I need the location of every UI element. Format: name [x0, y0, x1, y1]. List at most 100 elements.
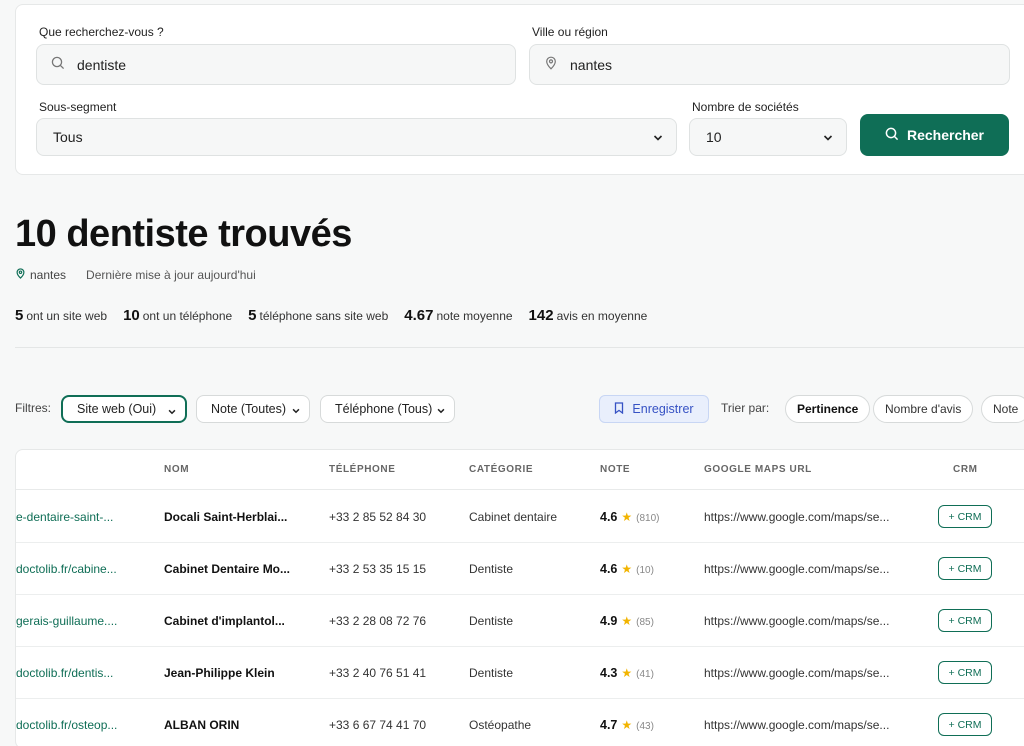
rating-cell: 4.6 ★ (10) — [600, 562, 654, 576]
filter-phone-select[interactable]: Téléphone (Tous) — [320, 395, 455, 423]
website-link[interactable]: doctolib.fr/cabine... — [16, 562, 117, 576]
results-location: nantes — [30, 268, 67, 282]
rating-value: 4.3 — [600, 666, 618, 680]
add-to-crm-button[interactable]: + CRM — [938, 661, 992, 684]
results-title: 10 dentiste trouvés — [15, 213, 352, 256]
query-label: Que recherchez-vous ? — [39, 25, 164, 39]
company-name: Jean-Philippe Klein — [164, 666, 275, 680]
location-value: nantes — [570, 56, 613, 73]
rating-value: 4.6 — [600, 562, 618, 576]
location-input[interactable]: nantes — [529, 44, 1010, 85]
bookmark-icon — [614, 401, 624, 417]
header-name[interactable]: NOM — [164, 464, 189, 475]
count-label: Nombre de sociétés — [692, 100, 799, 114]
chevron-down-icon — [291, 405, 301, 419]
phone-number: +33 2 53 35 15 15 — [329, 562, 427, 576]
phone-number: +33 6 67 74 41 70 — [329, 718, 427, 732]
maps-url-link[interactable]: https://www.google.com/maps/se... — [704, 614, 889, 628]
chevron-down-icon — [167, 406, 177, 420]
review-count: (43) — [636, 721, 654, 732]
stat-phone-no-website: 5 téléphone sans site web — [248, 307, 389, 324]
chevron-down-icon — [652, 131, 664, 147]
stat-website: 5 ont un site web — [15, 307, 108, 324]
filter-phone-value: Téléphone (Tous) — [335, 402, 433, 416]
sort-rating-button[interactable]: Note — [981, 395, 1024, 423]
website-link[interactable]: gerais-guillaume.... — [16, 614, 117, 628]
category: Dentiste — [469, 666, 514, 680]
count-select[interactable]: 10 — [689, 118, 847, 156]
stat-average-rating: 4.67 note moyenne — [404, 307, 513, 324]
category: Ostéopathe — [469, 718, 532, 732]
table-row[interactable]: doctolib.fr/dentis... Jean-Philippe Klei… — [16, 647, 1024, 699]
maps-url-link[interactable]: https://www.google.com/maps/se... — [704, 718, 889, 732]
add-to-crm-button[interactable]: + CRM — [938, 505, 992, 528]
table-row[interactable]: gerais-guillaume.... Cabinet d'implantol… — [16, 595, 1024, 647]
sort-label: Trier par: — [721, 401, 770, 415]
search-button-label: Rechercher — [906, 127, 985, 143]
header-rating[interactable]: NOTE — [600, 464, 630, 475]
map-pin-icon — [15, 268, 26, 282]
divider — [15, 347, 1024, 348]
header-category[interactable]: CATÉGORIE — [469, 464, 533, 475]
phone-number: +33 2 85 52 84 30 — [329, 510, 427, 524]
filter-rating-select[interactable]: Note (Toutes) — [196, 395, 310, 423]
category: Dentiste — [469, 614, 514, 628]
star-icon: ★ — [621, 718, 633, 732]
subsegment-label: Sous-segment — [39, 100, 117, 114]
subsegment-select[interactable]: Tous — [36, 118, 677, 156]
add-to-crm-button[interactable]: + CRM — [938, 609, 992, 632]
rating-value: 4.7 — [600, 718, 618, 732]
sort-relevance-button[interactable]: Pertinence — [785, 395, 871, 423]
search-button[interactable]: Rechercher — [860, 114, 1009, 156]
website-link[interactable]: doctolib.fr/dentis... — [16, 666, 113, 680]
subsegment-value: Tous — [53, 129, 83, 145]
header-phone[interactable]: TÉLÉPHONE — [329, 464, 396, 475]
category: Dentiste — [469, 562, 514, 576]
stat-average-reviews: 142 avis en moyenne — [528, 307, 648, 324]
company-name: Docali Saint-Herblai... — [164, 510, 288, 524]
rating-value: 4.9 — [600, 614, 618, 628]
results-title-text: dentiste trouvés — [66, 213, 352, 255]
rating-cell: 4.3 ★ (41) — [600, 666, 654, 680]
rating-value: 4.6 — [600, 510, 618, 524]
table-header: NOM TÉLÉPHONE CATÉGORIE NOTE GOOGLE MAPS… — [16, 450, 1024, 490]
filter-website-select[interactable]: Site web (Oui) — [61, 395, 187, 423]
save-button[interactable]: Enregistrer — [599, 395, 709, 423]
add-to-crm-button[interactable]: + CRM — [938, 557, 992, 580]
review-count: (10) — [636, 565, 654, 576]
stat-phone: 10 ont un téléphone — [123, 307, 233, 324]
table-row[interactable]: doctolib.fr/cabine... Cabinet Dentaire M… — [16, 543, 1024, 595]
maps-url-link[interactable]: https://www.google.com/maps/se... — [704, 666, 889, 680]
results-table: NOM TÉLÉPHONE CATÉGORIE NOTE GOOGLE MAPS… — [15, 449, 1024, 746]
phone-number: +33 2 40 76 51 41 — [329, 666, 427, 680]
review-count: (85) — [636, 617, 654, 628]
phone-number: +33 2 28 08 72 76 — [329, 614, 427, 628]
chevron-down-icon — [436, 405, 446, 419]
maps-url-link[interactable]: https://www.google.com/maps/se... — [704, 562, 889, 576]
maps-url-link[interactable]: https://www.google.com/maps/se... — [704, 510, 889, 524]
website-link[interactable]: doctolib.fr/osteop... — [16, 718, 117, 732]
table-row[interactable]: e-dentaire-saint-... Docali Saint-Herbla… — [16, 491, 1024, 543]
table-row[interactable]: doctolib.fr/osteop... ALBAN ORIN +33 6 6… — [16, 699, 1024, 746]
filters-bar: Filtres: Site web (Oui) Note (Toutes) Té… — [15, 395, 1024, 423]
add-to-crm-button[interactable]: + CRM — [938, 713, 992, 736]
header-maps[interactable]: GOOGLE MAPS URL — [704, 464, 812, 475]
review-count: (41) — [636, 669, 654, 680]
category: Cabinet dentaire — [469, 510, 558, 524]
location-label: Ville ou région — [532, 25, 608, 39]
sort-reviews-button[interactable]: Nombre d'avis — [873, 395, 974, 423]
filter-rating-value: Note (Toutes) — [211, 402, 287, 416]
last-updated: Dernière mise à jour aujourd'hui — [86, 268, 256, 282]
website-link[interactable]: e-dentaire-saint-... — [16, 510, 113, 524]
rating-cell: 4.7 ★ (43) — [600, 718, 654, 732]
filters-label: Filtres: — [15, 401, 51, 415]
star-icon: ★ — [621, 666, 633, 680]
stats-bar: 5 ont un site web 10 ont un téléphone 5 tél… — [15, 307, 663, 324]
header-crm: CRM — [953, 464, 978, 475]
map-pin-icon — [530, 56, 570, 73]
company-name: Cabinet Dentaire Mo... — [164, 562, 291, 576]
rating-cell: 4.6 ★ (810) — [600, 510, 660, 524]
query-input[interactable]: dentiste — [36, 44, 516, 85]
search-icon — [885, 127, 899, 144]
search-icon — [37, 56, 77, 73]
